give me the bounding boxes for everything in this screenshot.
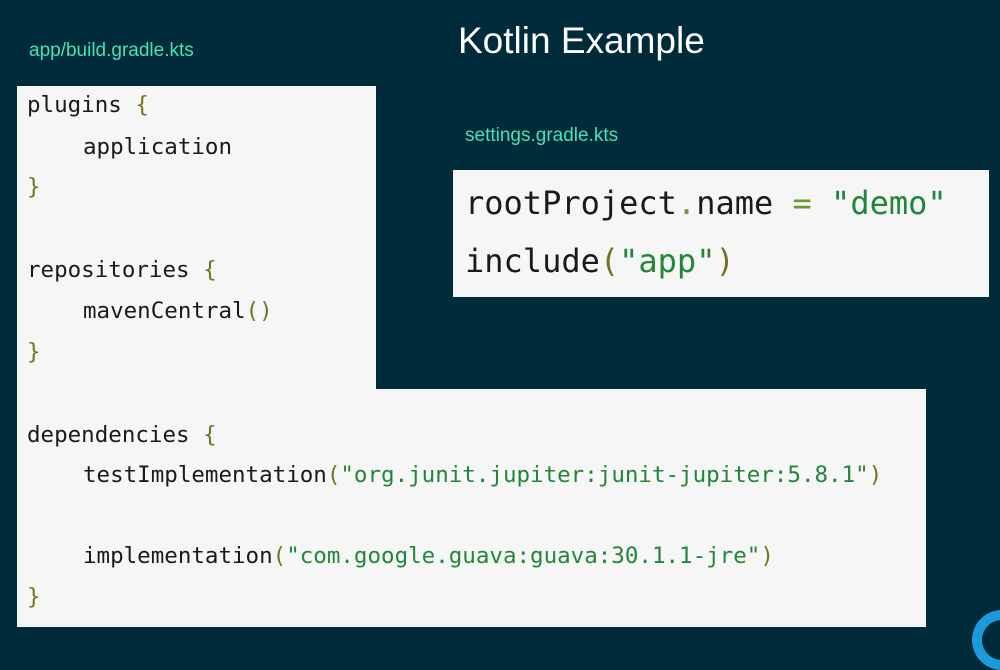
keyword-repositories: repositories [27,257,190,283]
string-guava-dependency: "com.google.guava:guava:30.1.1-jre" [286,543,761,569]
code-line-application: application [83,136,232,159]
string-junit-dependency: "org.junit.jupiter:junit-jupiter:5.8.1" [340,462,869,488]
keyword-dependencies: dependencies [27,422,190,448]
brace-close: } [27,339,41,365]
slide-title: Kotlin Example [458,20,705,61]
file-label-settings: settings.gradle.kts [465,125,619,146]
brace-open: { [135,92,149,118]
file-label-build: app/build.gradle.kts [29,40,194,61]
paren-close: ) [868,462,883,488]
build-code-panel-top [17,86,376,392]
property-name: name [696,184,774,222]
code-line-plugins: plugins { [27,94,149,117]
dot-operator: . [676,184,697,222]
call-mavencentral: mavenCentral [83,298,246,324]
equals-operator: = [792,184,812,222]
brace-open: { [203,422,217,448]
paren-open: ( [272,543,287,569]
code-line-mavencentral: mavenCentral() [83,300,273,323]
code-line-include: include("app") [465,245,735,277]
code-line-close-repositories: } [27,341,41,364]
code-line-test-implementation: testImplementation("org.junit.jupiter:ju… [83,464,882,487]
corner-logo-icon [972,610,1000,670]
paren-close: ) [715,242,735,280]
brace-close: } [27,584,41,610]
call-implementation: implementation [83,543,273,569]
code-line-implementation: implementation("com.google.guava:guava:3… [83,545,774,568]
code-line-dependencies: dependencies { [27,424,217,447]
paren-open: ( [326,462,341,488]
string-demo: "demo" [831,184,947,222]
call-include: include [465,242,600,280]
paren-open: ( [599,242,620,280]
plugin-application: application [83,134,233,160]
keyword-plugins: plugins [27,92,122,118]
brace-close: } [27,174,41,200]
brace-open: { [203,257,217,283]
parens: () [245,298,273,324]
code-line-close-plugins: } [27,176,41,199]
string-app: "app" [619,242,716,280]
call-test-implementation: testImplementation [83,462,327,488]
code-line-repositories: repositories { [27,259,217,282]
code-line-root-project: rootProject.name = "demo" [465,187,947,219]
paren-close: ) [760,543,774,569]
code-line-close-dependencies: } [27,586,41,609]
object-root-project: rootProject [465,184,677,222]
